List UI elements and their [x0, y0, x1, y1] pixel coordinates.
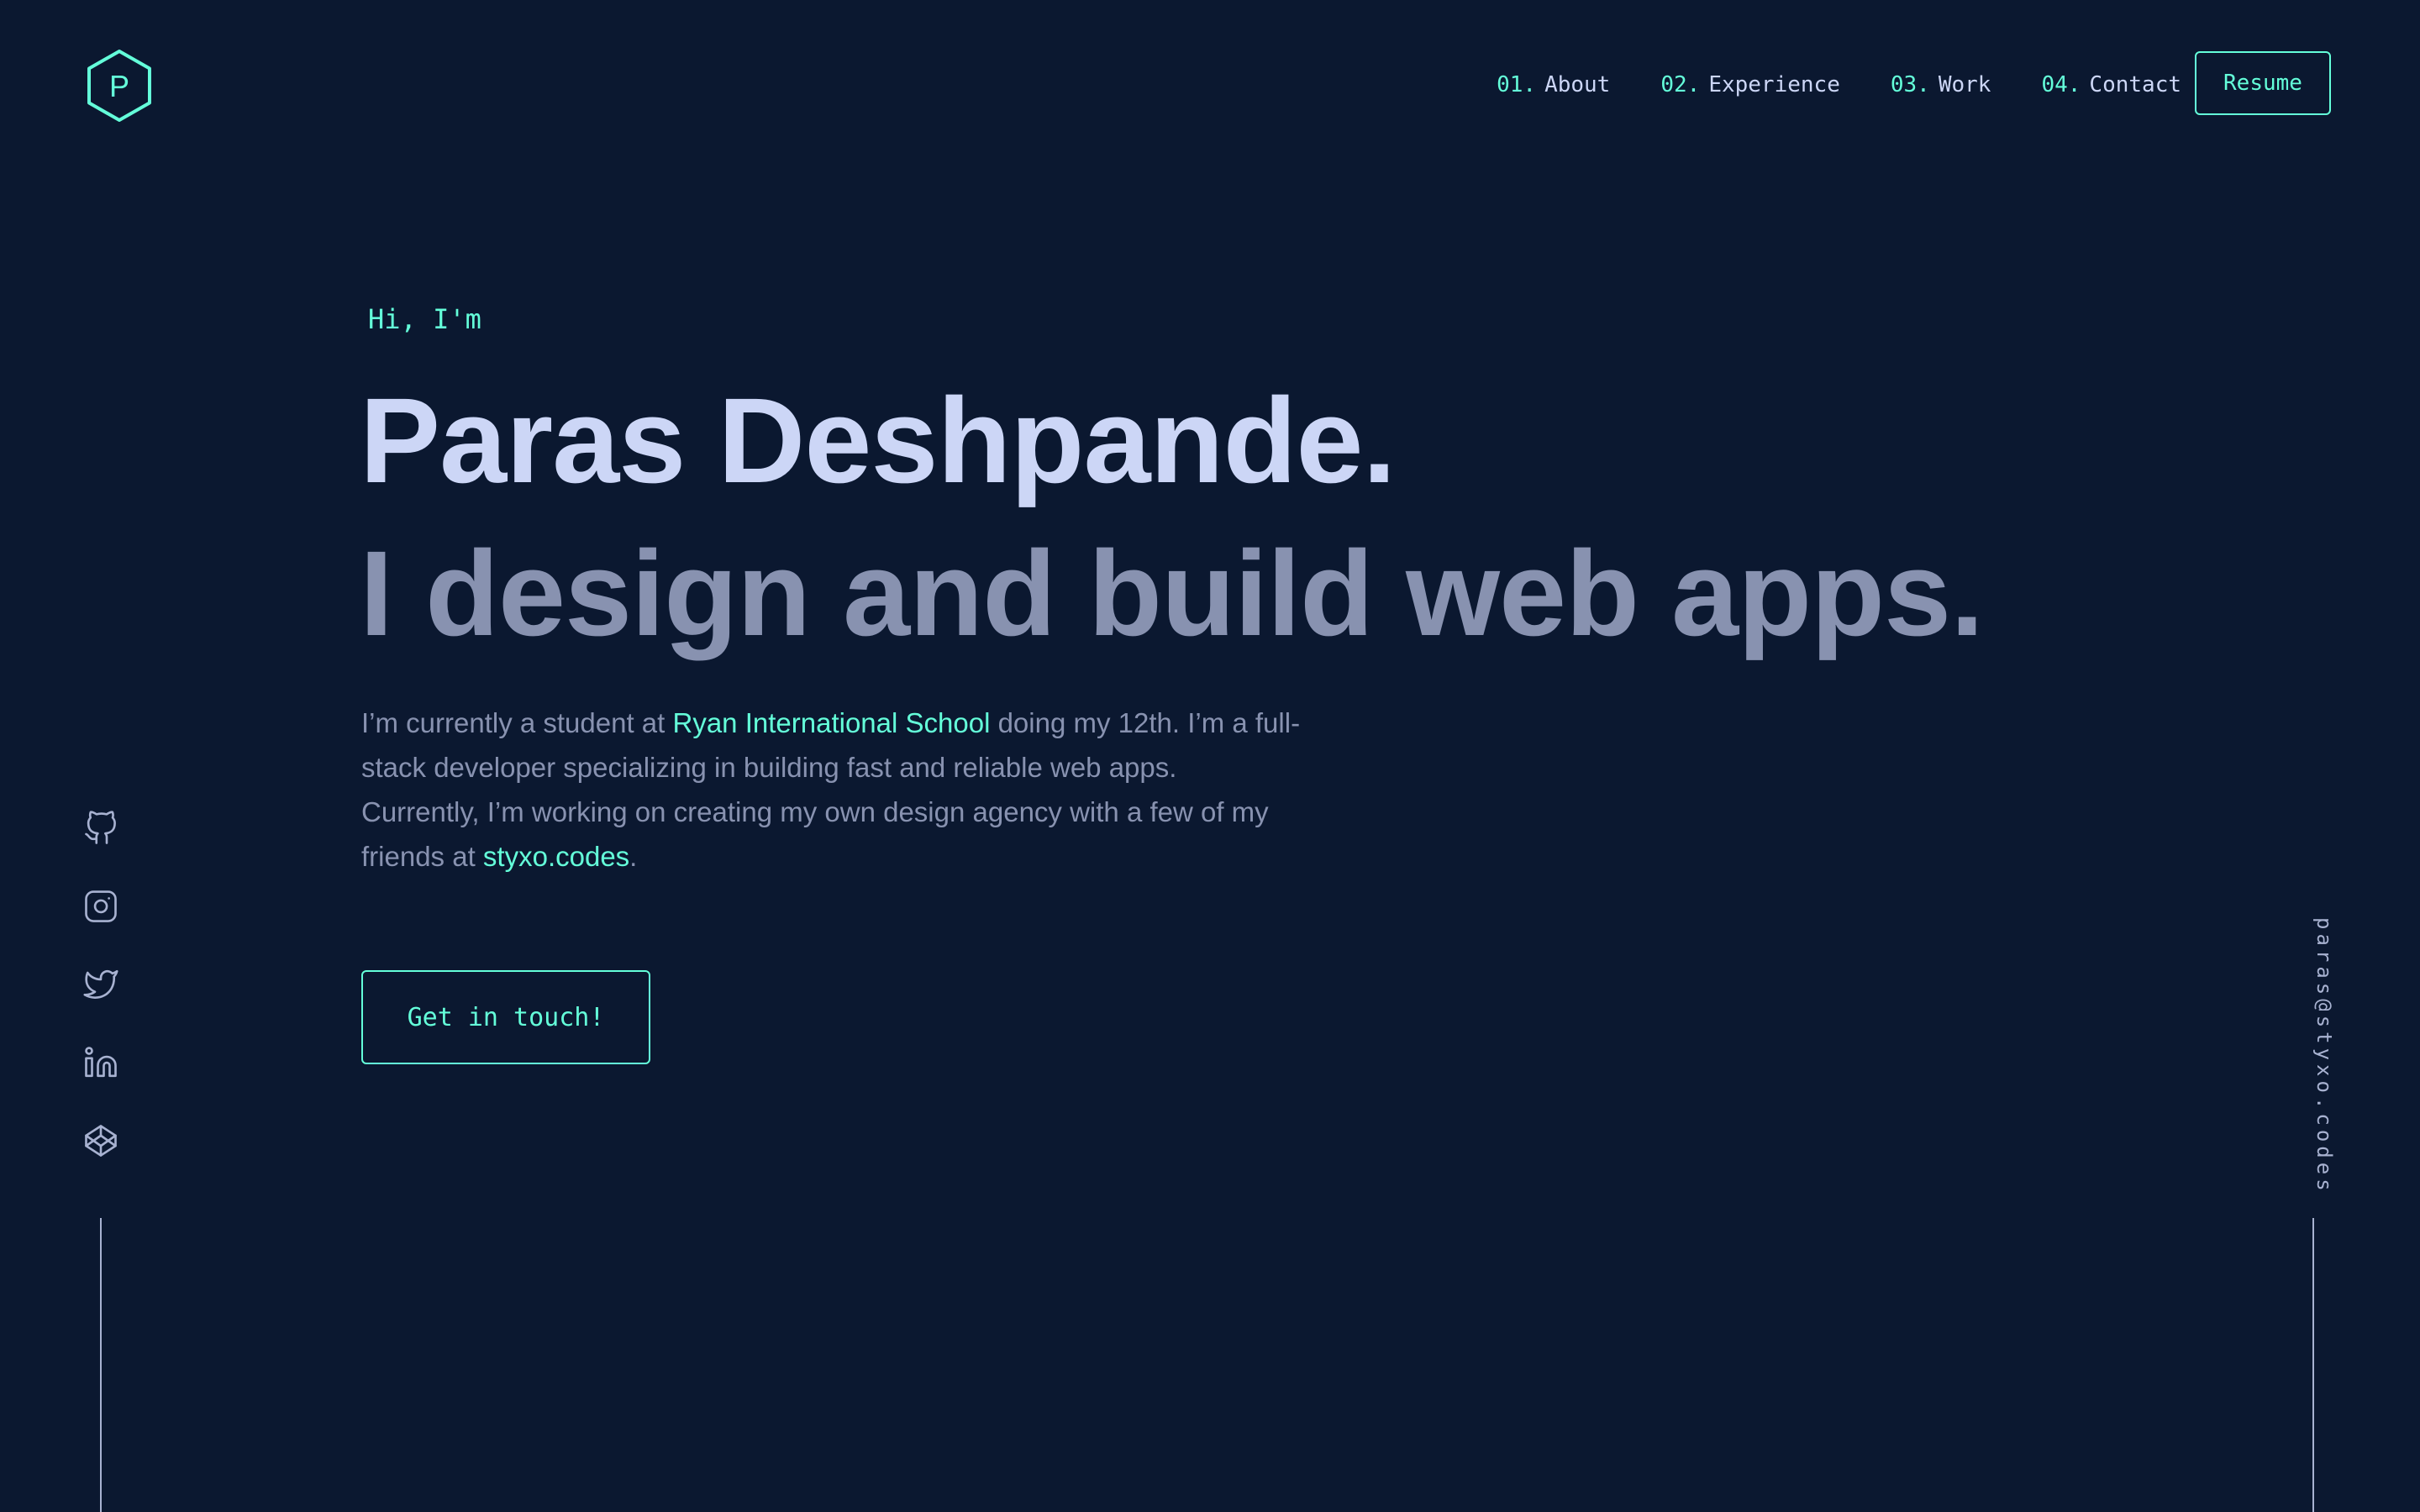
- resume-button[interactable]: Resume: [2195, 51, 2331, 115]
- school-link[interactable]: Ryan International School: [673, 707, 991, 738]
- nav-number: 03.: [1890, 72, 1930, 97]
- hexagon-logo-icon: P: [87, 50, 151, 122]
- hero-bio: I’m currently a student at Ryan Internat…: [361, 701, 1302, 879]
- linkedin-icon: [85, 1047, 117, 1078]
- nav-label: About: [1544, 72, 1611, 97]
- codepen-link[interactable]: [79, 1119, 123, 1163]
- hero-tagline: I design and build web apps.: [360, 526, 1984, 661]
- linkedin-link[interactable]: [79, 1041, 123, 1084]
- bio-text: I’m currently a student at: [361, 707, 673, 738]
- nav-label: Work: [1938, 72, 1991, 97]
- logo[interactable]: P: [86, 49, 153, 123]
- codepen-icon: [85, 1125, 117, 1157]
- nav-label: Contact: [2089, 72, 2181, 97]
- social-links: [79, 806, 123, 1197]
- nav-item-contact[interactable]: 04. Contact: [2041, 72, 2181, 97]
- email-link[interactable]: paras@styxo.codes: [2312, 917, 2336, 1195]
- twitter-icon: [83, 969, 118, 999]
- nav-number: 04.: [2041, 72, 2081, 97]
- nav-label: Experience: [1708, 72, 1840, 97]
- left-rail-line: [100, 1218, 102, 1512]
- get-in-touch-button[interactable]: Get in touch!: [361, 970, 650, 1064]
- hero-greeting: Hi, I'm: [368, 303, 481, 335]
- nav-item-experience[interactable]: 02. Experience: [1660, 72, 1840, 97]
- nav-number: 02.: [1660, 72, 1701, 97]
- instagram-icon: [85, 890, 117, 922]
- nav-item-about[interactable]: 01. About: [1497, 72, 1610, 97]
- agency-link[interactable]: styxo.codes: [483, 841, 629, 872]
- github-link[interactable]: [79, 806, 123, 850]
- nav-number: 01.: [1497, 72, 1537, 97]
- bio-text: .: [629, 841, 638, 872]
- github-icon: [85, 811, 116, 844]
- logo-letter: P: [109, 69, 129, 103]
- main-nav: 01. About 02. Experience 03. Work 04. Co…: [1497, 68, 2181, 102]
- hero-name: Paras Deshpande.: [360, 373, 1397, 508]
- twitter-link[interactable]: [79, 963, 123, 1006]
- instagram-link[interactable]: [79, 885, 123, 928]
- nav-item-work[interactable]: 03. Work: [1891, 72, 1991, 97]
- right-rail-line: [2312, 1218, 2314, 1512]
